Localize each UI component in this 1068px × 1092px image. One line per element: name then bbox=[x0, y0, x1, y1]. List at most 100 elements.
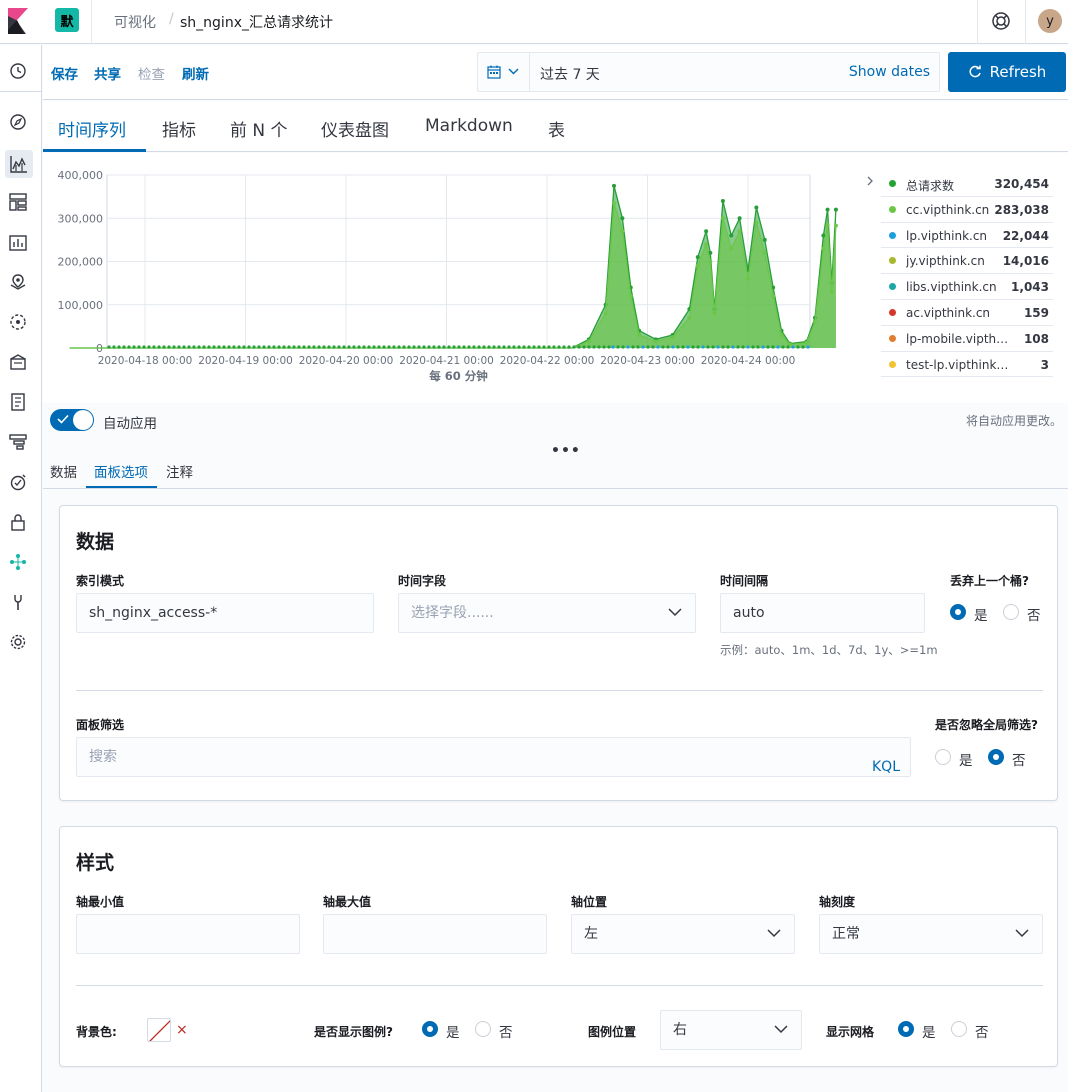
data-point bbox=[754, 205, 759, 210]
show-grid-no-radio[interactable] bbox=[951, 1021, 967, 1037]
axis-min-input[interactable] bbox=[76, 914, 300, 954]
tab-table[interactable]: 表 bbox=[548, 116, 565, 141]
data-point bbox=[492, 345, 496, 349]
data-point bbox=[317, 345, 321, 349]
legend-position-select[interactable]: 右 bbox=[660, 1010, 802, 1050]
legend-series-value: 320,454 bbox=[994, 177, 1049, 191]
data-point bbox=[729, 233, 734, 238]
data-point bbox=[829, 289, 834, 294]
tab-metric[interactable]: 指标 bbox=[162, 116, 196, 141]
canvas-icon[interactable] bbox=[9, 233, 27, 251]
legend-position-label: 图例位置 bbox=[588, 1025, 637, 1039]
data-point bbox=[656, 345, 660, 349]
management-gear-icon[interactable] bbox=[9, 633, 27, 651]
data-point bbox=[517, 345, 521, 349]
discover-compass-icon[interactable] bbox=[9, 113, 27, 131]
legend-collapse-chevron-icon[interactable] bbox=[865, 175, 875, 187]
legend-item[interactable]: jy.vipthink.cn 14,016 bbox=[881, 248, 1053, 275]
data-point bbox=[833, 207, 838, 212]
inspect-link[interactable]: 检查 bbox=[138, 63, 165, 83]
show-legend-no-radio[interactable] bbox=[475, 1021, 491, 1037]
breadcrumb-visualize[interactable]: 可视化 bbox=[114, 12, 156, 32]
data-point bbox=[402, 345, 406, 349]
data-point bbox=[172, 345, 176, 349]
tab-gauge[interactable]: 仪表盘图 bbox=[321, 116, 389, 141]
visualize-icon[interactable] bbox=[5, 150, 33, 178]
data-point bbox=[472, 345, 476, 349]
legend-item[interactable]: libs.vipthink.cn 1,043 bbox=[881, 274, 1053, 300]
legend-swatch bbox=[889, 257, 896, 265]
axis-scale-select[interactable]: 正常 bbox=[819, 914, 1043, 954]
axis-max-input[interactable] bbox=[323, 914, 547, 954]
ignore-global-yes-radio[interactable] bbox=[935, 749, 951, 765]
siem-lock-icon[interactable] bbox=[9, 513, 27, 531]
apm-icon[interactable] bbox=[9, 433, 27, 451]
drop-last-yes-radio[interactable] bbox=[950, 604, 966, 620]
drop-last-yes-label: 是 bbox=[974, 608, 988, 624]
panel-filter-input[interactable]: 搜索 KQL bbox=[76, 737, 911, 777]
data-point bbox=[611, 345, 615, 349]
graph-icon[interactable] bbox=[9, 553, 27, 571]
legend-item[interactable]: 总请求数 320,454 bbox=[881, 171, 1053, 197]
axis-max-label: 轴最大值 bbox=[323, 895, 372, 909]
logs-icon[interactable] bbox=[9, 393, 27, 411]
tab-top-n[interactable]: 前 N 个 bbox=[230, 116, 288, 141]
dev-tools-wrench-icon[interactable] bbox=[9, 593, 27, 611]
data-point bbox=[432, 345, 436, 349]
data-point bbox=[695, 263, 700, 268]
tab-markdown[interactable]: Markdown bbox=[425, 116, 513, 136]
tab-annotations[interactable]: 注释 bbox=[166, 461, 193, 481]
save-link[interactable]: 保存 bbox=[51, 63, 78, 83]
data-point bbox=[272, 345, 276, 349]
data-point bbox=[670, 335, 675, 340]
uptime-icon[interactable] bbox=[9, 473, 27, 491]
interval-input[interactable]: auto bbox=[720, 593, 925, 633]
data-point bbox=[397, 345, 401, 349]
ignore-global-no-radio[interactable] bbox=[988, 749, 1004, 765]
editor-tabs: 数据 面板选项 注释 bbox=[43, 452, 1068, 489]
tab-data[interactable]: 数据 bbox=[50, 461, 77, 481]
refresh-link[interactable]: 刷新 bbox=[182, 63, 209, 83]
space-avatar[interactable]: 默 bbox=[55, 8, 79, 32]
date-range-text[interactable]: 过去 7 天 bbox=[540, 64, 600, 84]
time-field-select[interactable]: 选择字段...... bbox=[398, 593, 696, 633]
quick-menu-button[interactable] bbox=[478, 53, 530, 91]
infrastructure-icon[interactable] bbox=[9, 353, 27, 371]
drop-last-no-radio[interactable] bbox=[1003, 604, 1019, 620]
data-point bbox=[427, 345, 431, 349]
recently-viewed-clock-icon[interactable] bbox=[9, 62, 27, 80]
data-point bbox=[122, 345, 126, 349]
auto-apply-switch[interactable] bbox=[50, 409, 94, 431]
help-lifebuoy-icon[interactable] bbox=[991, 11, 1011, 31]
dashboard-icon[interactable] bbox=[9, 193, 27, 211]
share-link[interactable]: 共享 bbox=[94, 63, 121, 83]
ignore-global-no-label: 否 bbox=[1012, 753, 1026, 769]
show-dates-link[interactable]: Show dates bbox=[849, 64, 930, 80]
background-color-swatch[interactable] bbox=[147, 1018, 171, 1042]
ml-icon[interactable] bbox=[9, 313, 27, 331]
legend-item[interactable]: lp.vipthink.cn 22,044 bbox=[881, 223, 1053, 249]
kibana-logo-icon[interactable] bbox=[8, 8, 28, 34]
ignore-global-filter-label: 是否忽略全局筛选? bbox=[935, 718, 1038, 732]
legend-item[interactable]: test-lp.vipthink.cn 3 bbox=[881, 352, 1053, 378]
tab-panel-options[interactable]: 面板选项 bbox=[94, 461, 148, 481]
data-point bbox=[142, 345, 146, 349]
data-point bbox=[312, 345, 316, 349]
maps-icon[interactable] bbox=[9, 273, 27, 291]
tab-time-series[interactable]: 时间序列 bbox=[58, 116, 126, 141]
refresh-button[interactable]: Refresh bbox=[948, 52, 1066, 92]
axis-position-select[interactable]: 左 bbox=[571, 914, 795, 954]
legend-item[interactable]: lp-mobile.vipthink.cn 108 bbox=[881, 326, 1053, 352]
data-point bbox=[382, 345, 386, 349]
show-legend-yes-radio[interactable] bbox=[422, 1021, 438, 1037]
legend-item[interactable]: ac.vipthink.cn 159 bbox=[881, 300, 1053, 326]
clear-color-button[interactable]: × bbox=[176, 1022, 188, 1038]
legend-item[interactable]: cc.vipthink.cn 283,038 bbox=[881, 197, 1053, 223]
show-grid-yes-radio[interactable] bbox=[898, 1021, 914, 1037]
index-pattern-input[interactable]: sh_nginx_access-* bbox=[76, 593, 374, 633]
kql-toggle-button[interactable]: KQL bbox=[872, 748, 900, 776]
user-avatar[interactable]: y bbox=[1038, 9, 1062, 33]
data-point bbox=[729, 246, 734, 251]
chart-legend: 总请求数 320,454 cc.vipthink.cn 283,038 lp.vipth… bbox=[881, 171, 1053, 378]
data-point bbox=[282, 345, 286, 349]
